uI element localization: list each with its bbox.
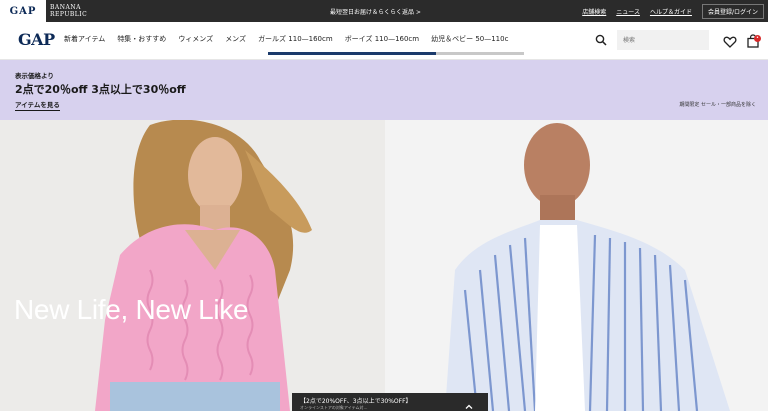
promo-eyebrow: 表示価格より — [15, 72, 54, 80]
brand-br-line2: REPUBLIC — [50, 11, 88, 18]
shipping-promo-link[interactable]: 最短翌日お届け＆らくらく返品 > — [330, 0, 421, 22]
sticky-promo-title: 【2点で20%OFF、3点以上で30%OFF】 — [300, 398, 412, 405]
nav-item-boys[interactable]: ボーイズ 110—160cm — [345, 34, 419, 44]
nav-item-new-arrivals[interactable]: 新着アイテム — [64, 34, 105, 44]
hero-headline: New Life, New Like — [14, 294, 249, 325]
gap-logo[interactable]: GAP — [18, 30, 55, 49]
brand-br-line1: BANANA — [50, 4, 81, 11]
sticky-promo-subtitle: オンラインストアの対象アイテム対… — [300, 405, 368, 410]
brand-tab-banana-republic[interactable]: BANANA REPUBLIC — [50, 4, 87, 18]
nav-item-mens[interactable]: メンズ — [225, 34, 246, 44]
promo-headline: 2点で20％off 3点以上で30％off — [15, 83, 186, 96]
utility-bar: GAP BANANA REPUBLIC 最短翌日お届け＆らくらく返品 > 店舗検… — [0, 0, 768, 22]
search-icon[interactable] — [593, 32, 609, 48]
nav-item-toddler-baby[interactable]: 幼児＆ベビー 50—110c — [431, 34, 508, 44]
store-locator-link[interactable]: 店舗検索 — [582, 7, 606, 16]
nav-item-girls[interactable]: ガールズ 110—160cm — [258, 34, 333, 44]
hero-section: New Life, New Like — [0, 120, 768, 411]
nav-menu: 新着アイテム 特集・おすすめ ウィメンズ メンズ ガールズ 110—160cm … — [64, 22, 508, 56]
nav-item-features[interactable]: 特集・おすすめ — [117, 34, 166, 44]
search-box — [593, 30, 713, 50]
help-guide-link[interactable]: ヘルプ＆ガイド — [650, 7, 692, 16]
brand-tab-gap[interactable]: GAP — [0, 0, 46, 22]
promo-shop-link[interactable]: アイテムを見る — [15, 99, 60, 111]
hero-image-men[interactable] — [385, 120, 768, 411]
man-photo — [385, 120, 768, 411]
hero-image-women[interactable] — [0, 120, 385, 411]
nav-scroll-indicator — [268, 52, 524, 55]
main-nav: GAP 新着アイテム 特集・おすすめ ウィメンズ メンズ ガールズ 110—16… — [0, 22, 768, 60]
brand-gap-label: GAP — [9, 5, 37, 17]
chevron-up-icon[interactable] — [464, 397, 474, 409]
woman-photo — [0, 120, 385, 411]
nav-scroll-indicator-active — [268, 52, 436, 55]
nav-item-womens[interactable]: ウィメンズ — [178, 34, 213, 44]
utility-links: 店舗検索 ニュース ヘルプ＆ガイド 会員登録/ログイン — [582, 0, 764, 22]
cart-badge: • — [754, 35, 761, 42]
promo-banner: 表示価格より 2点で20％off 3点以上で30％off アイテムを見る 期間限… — [0, 60, 768, 120]
sticky-promo-bar[interactable]: 【2点で20%OFF、3点以上で30%OFF】 オンラインストアの対象アイテム対… — [292, 393, 488, 411]
search-input[interactable] — [617, 30, 709, 50]
nav-scroll-indicator-track — [436, 52, 524, 55]
promo-note: 期間限定 セール・一部商品を除く — [679, 102, 756, 108]
heart-icon[interactable] — [723, 34, 737, 48]
login-button[interactable]: 会員登録/ログイン — [701, 3, 764, 19]
news-link[interactable]: ニュース — [616, 7, 640, 16]
